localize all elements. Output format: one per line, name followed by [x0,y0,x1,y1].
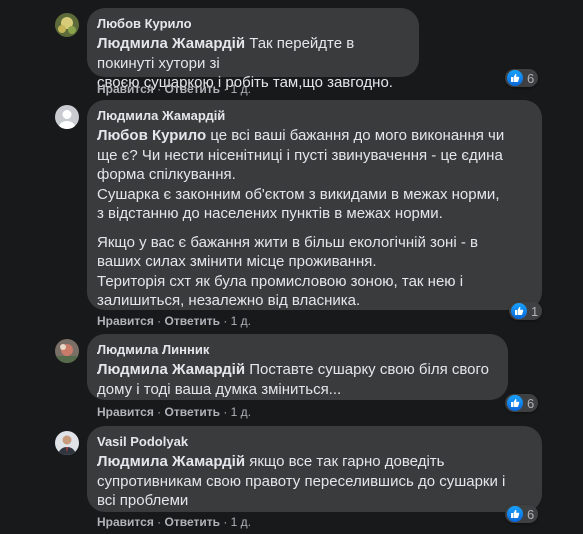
reaction-summary[interactable]: 6 [505,394,539,412]
like-link[interactable]: Нравится [97,515,154,529]
comment-line: це всі ваші бажання до мого виконання чи [210,127,505,144]
comment-actions: Нравится · Ответить · 1 д. [97,404,251,420]
separator: · [157,405,162,419]
comment-line: дому і тоді ваша думка зміниться... [97,380,342,398]
separator: · [157,82,162,96]
comment-time[interactable]: 1 д. [231,82,251,96]
comment-bubble: Vasil Podolyak Людмила Жамардій якщо все… [87,426,542,512]
comment-actions: Нравится · Ответить · 1 д. [97,514,251,530]
avatar-image [55,13,79,37]
like-icon [507,395,523,411]
avatar[interactable] [55,431,79,455]
separator: · [223,82,228,96]
comment-line: всі проблеми [97,492,189,509]
comment-time[interactable]: 1 д. [231,405,251,419]
like-link[interactable]: Нравится [97,82,154,96]
like-icon [507,506,523,522]
avatar-image [55,431,79,455]
comment-author[interactable]: Vasil Podolyak [97,434,530,450]
separator: · [157,515,162,529]
reaction-summary[interactable]: 6 [505,69,539,87]
mention-link[interactable]: Любов Курило [97,127,206,144]
like-icon [511,303,527,319]
mention-link[interactable]: Людмила Жамардій [97,35,245,52]
separator: · [157,314,162,328]
comment-text: Людмила Жамардій якщо все так гарно дове… [97,452,530,511]
comment-time[interactable]: 1 д. [231,515,251,529]
comment-line: Територія схт як була промисловою зоною,… [97,272,464,290]
avatar[interactable] [55,105,79,129]
comment-text: Людмила Жамардій Поставте сушарку свою б… [97,360,496,399]
comment-line: Сушарка є законним об'єктом з викидами в… [97,185,500,203]
comment-actions: Нравится · Ответить · 1 д. [97,313,251,329]
comment-actions: Нравится · Ответить · 1 д. [97,81,251,97]
comment-author[interactable]: Людмила Жамардій [97,108,530,124]
comment-line: форма спілкування. [97,166,236,183]
comment-bubble: Людмила Линник Людмила Жамардій Поставте… [87,334,508,400]
comment-text: Любов Курило це всі ваші бажання до мого… [97,126,530,311]
comment-author[interactable]: Людмила Линник [97,342,496,358]
separator: · [223,405,228,419]
comment-author[interactable]: Любов Курило [97,16,407,32]
reaction-summary[interactable]: 6 [505,505,539,523]
reaction-count: 6 [527,395,535,411]
comment-line: Поставте сушарку свою біля свого [249,361,490,378]
like-link[interactable]: Нравится [97,405,154,419]
reaction-count: 6 [527,506,535,522]
reply-link[interactable]: Ответить [165,405,220,419]
comment-line: ваших силах змінити місце проживання. [97,253,377,270]
comment-bubble: Людмила Жамардій Любов Курило це всі ваш… [87,100,542,310]
mention-link[interactable]: Людмила Жамардій [97,361,245,378]
separator: · [223,515,228,529]
reply-link[interactable]: Ответить [165,314,220,328]
comment-time[interactable]: 1 д. [231,314,251,328]
like-link[interactable]: Нравится [97,314,154,328]
default-avatar-icon [55,105,79,129]
comment-paragraph: Якщо у вас є бажання жити в більш еколог… [97,233,530,311]
comment-line: якщо все так гарно доведіть [249,453,445,470]
comment-line: супротивникам свою правоту переселившись… [97,472,506,490]
reaction-count: 6 [527,70,535,86]
comment-line: з відстанню до населених пунктів в межах… [97,205,443,222]
avatar[interactable] [55,13,79,37]
reaction-summary[interactable]: 1 [509,302,543,320]
mention-link[interactable]: Людмила Жамардій [97,453,245,470]
separator: · [223,314,228,328]
reply-link[interactable]: Ответить [165,515,220,529]
avatar-image [55,339,79,363]
comment-line: Якщо у вас є бажання жити в більш еколог… [97,233,478,251]
reply-link[interactable]: Ответить [165,82,220,96]
comment-line: залишиться, незалежно від власника. [97,292,361,309]
like-icon [507,70,523,86]
comment-line: ще є? Чи нести нісенітниці і пусті звину… [97,146,503,164]
reaction-count: 1 [531,303,539,319]
avatar[interactable] [55,339,79,363]
comment-bubble: Любов Курило Людмила Жамардій Так перейд… [87,8,419,91]
